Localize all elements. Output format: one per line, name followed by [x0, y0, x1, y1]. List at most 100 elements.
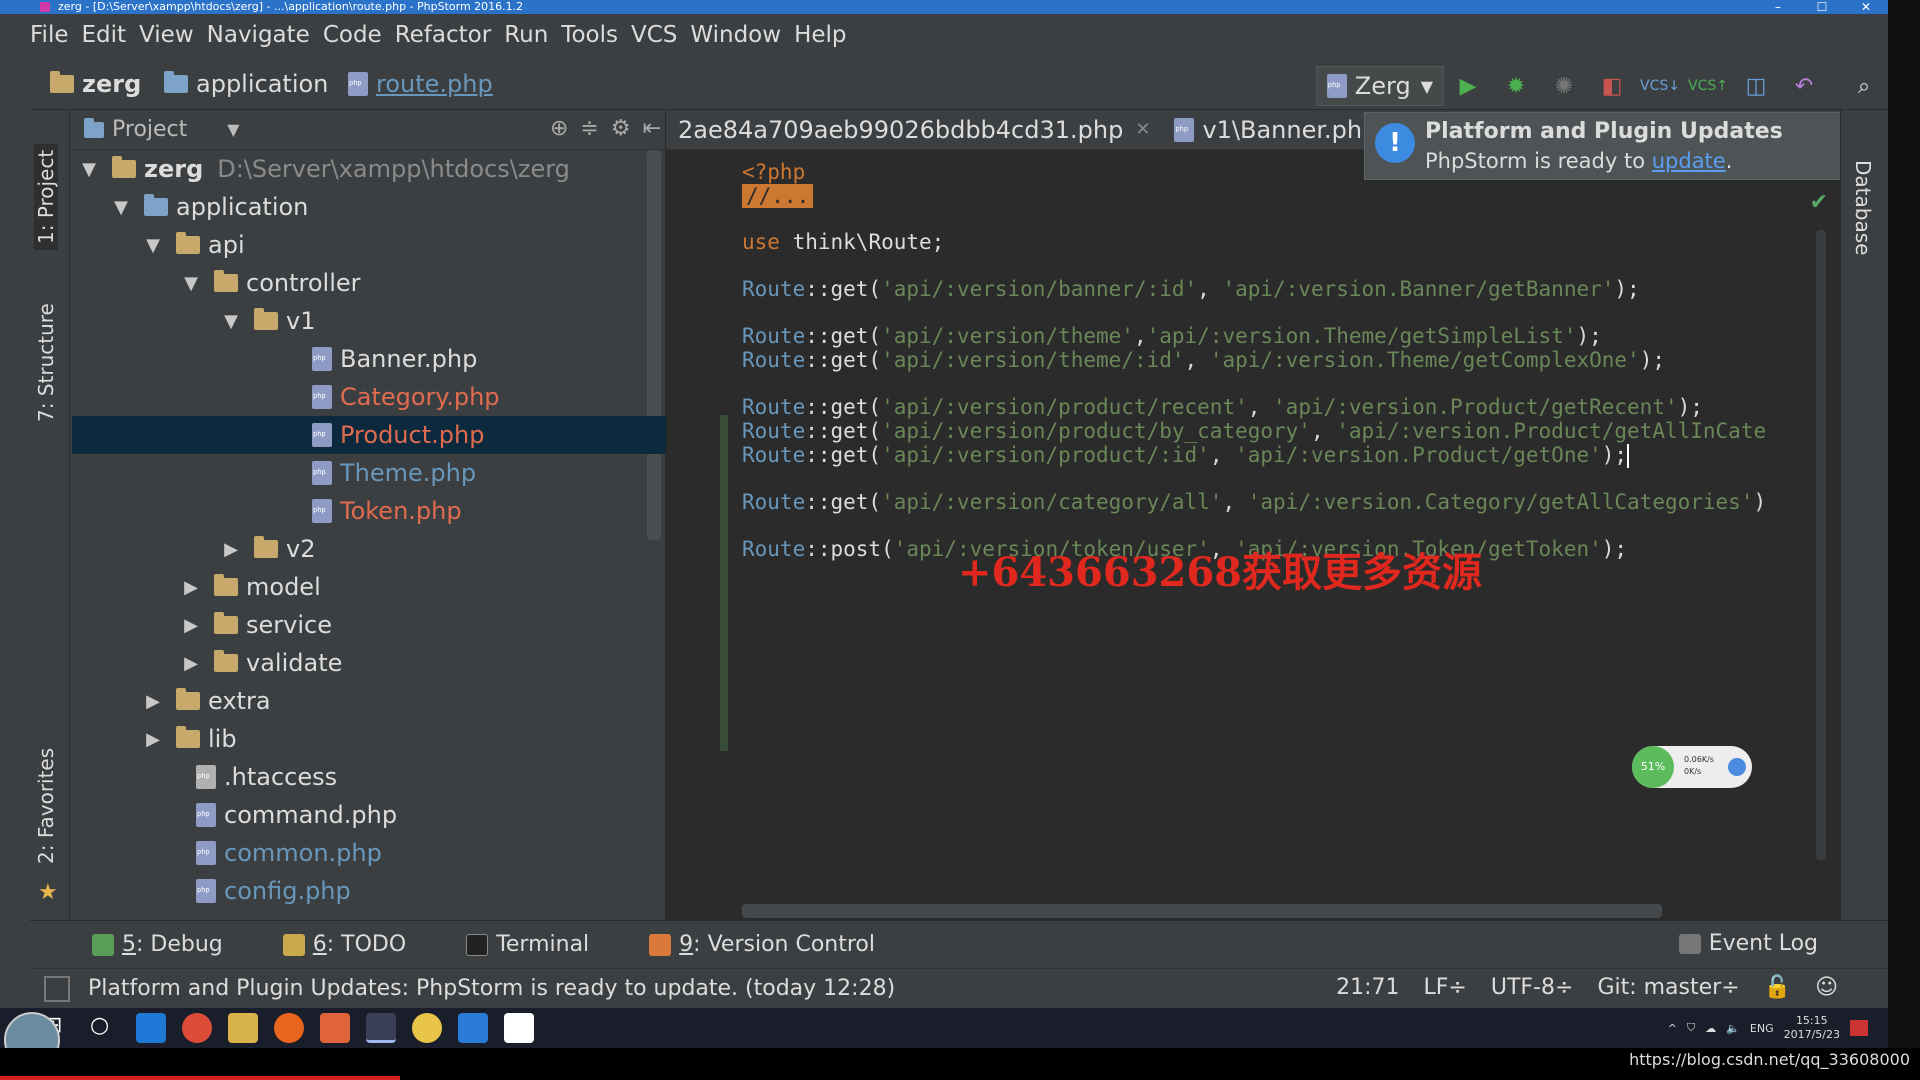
- menu-file[interactable]: File: [30, 22, 69, 56]
- chevron-down-icon[interactable]: ▼: [227, 120, 239, 139]
- inspector-icon[interactable]: ☺: [1815, 975, 1838, 1000]
- tab-project[interactable]: 1: Project: [34, 143, 58, 250]
- shield-icon[interactable]: ⛉: [1687, 1021, 1695, 1035]
- widget-settings-icon[interactable]: [1728, 758, 1746, 776]
- menu-tools[interactable]: Tools: [561, 22, 618, 56]
- tree-item-v1[interactable]: ▼ v1: [72, 302, 666, 340]
- vscode-icon[interactable]: [458, 1013, 488, 1043]
- tree-item-extra[interactable]: ▶ extra: [72, 682, 666, 720]
- git-branch[interactable]: Git: master÷: [1597, 975, 1739, 1000]
- tree-item-common-php[interactable]: common.php: [72, 834, 666, 872]
- minimize-button[interactable]: –: [1756, 0, 1800, 14]
- tool-terminal[interactable]: Terminal: [466, 932, 589, 957]
- menu-help[interactable]: Help: [794, 22, 846, 56]
- tree-item-validate[interactable]: ▶ validate: [72, 644, 666, 682]
- collapsed-arrow-icon[interactable]: ▶: [178, 653, 204, 674]
- update-link[interactable]: update: [1652, 149, 1726, 173]
- tab-structure[interactable]: 7: Structure: [34, 303, 58, 422]
- xmind-icon[interactable]: [274, 1013, 304, 1043]
- expanded-arrow-icon[interactable]: ▼: [140, 235, 166, 256]
- expanded-arrow-icon[interactable]: ▼: [178, 273, 204, 294]
- close-tab-icon[interactable]: ✕: [1135, 119, 1150, 140]
- tree-item-config-php[interactable]: config.php: [72, 872, 666, 910]
- hide-icon[interactable]: ⇤: [643, 116, 661, 141]
- file-encoding[interactable]: UTF-8÷: [1491, 975, 1574, 1000]
- tree-item-lib[interactable]: ▶ lib: [72, 720, 666, 758]
- editor-horizontal-scrollbar[interactable]: [742, 904, 1662, 918]
- editor-vertical-scrollbar[interactable]: [1816, 230, 1826, 860]
- app-taskbar-icon[interactable]: [412, 1013, 442, 1043]
- menu-window[interactable]: Window: [690, 22, 781, 56]
- lock-icon[interactable]: 🔓: [1764, 975, 1791, 1000]
- code-area[interactable]: <?php //... use think\Route; Route::get(…: [742, 158, 1766, 590]
- volume-icon[interactable]: 🔈: [1726, 1022, 1740, 1035]
- phpstorm-taskbar-icon[interactable]: [366, 1013, 396, 1043]
- breadcrumb-file[interactable]: route.php: [348, 70, 493, 98]
- tool-debug[interactable]: 5: Debug: [92, 932, 223, 957]
- vcs-commit-icon[interactable]: VCS↑: [1688, 68, 1728, 104]
- tree-item-token-php[interactable]: Token.php: [72, 492, 666, 530]
- tray-chevron-icon[interactable]: ^: [1668, 1022, 1677, 1035]
- tool-event-log[interactable]: Event Log: [1678, 931, 1818, 956]
- tree-item-service[interactable]: ▶ service: [72, 606, 666, 644]
- tool-todo[interactable]: 6: TODO: [282, 932, 406, 957]
- menu-run[interactable]: Run: [504, 22, 548, 56]
- xampp-icon[interactable]: [320, 1013, 350, 1043]
- network-speed-widget[interactable]: 51% 0.06K/s 0K/s: [1632, 746, 1752, 788]
- cortana-icon[interactable]: ○: [90, 1013, 120, 1043]
- expanded-arrow-icon[interactable]: ▼: [76, 159, 102, 180]
- menu-refactor[interactable]: Refactor: [395, 22, 491, 56]
- gear-icon[interactable]: ⚙: [611, 116, 631, 141]
- menu-navigate[interactable]: Navigate: [207, 22, 310, 56]
- history-icon[interactable]: ◫: [1738, 68, 1774, 104]
- tree-item-controller[interactable]: ▼ controller: [72, 264, 666, 302]
- file-explorer-icon[interactable]: [228, 1013, 258, 1043]
- toggle-tool-windows-icon[interactable]: [44, 975, 70, 1002]
- chrome-icon[interactable]: [182, 1013, 212, 1043]
- edge-browser-icon[interactable]: [136, 1013, 166, 1043]
- network-icon[interactable]: ☁: [1705, 1022, 1716, 1035]
- menu-vcs[interactable]: VCS: [631, 22, 677, 56]
- line-separator[interactable]: LF÷: [1424, 975, 1467, 1000]
- tree-item-htaccess[interactable]: .htaccess: [72, 758, 666, 796]
- stop-icon[interactable]: ◧: [1594, 68, 1630, 104]
- tab-favorites[interactable]: 2: Favorites: [34, 748, 58, 864]
- status-message[interactable]: Platform and Plugin Updates: PhpStorm is…: [88, 976, 895, 1001]
- collapsed-arrow-icon[interactable]: ▶: [178, 615, 204, 636]
- expanded-arrow-icon[interactable]: ▼: [108, 197, 134, 218]
- menu-edit[interactable]: Edit: [82, 22, 127, 56]
- project-view-select[interactable]: Project: [112, 117, 187, 142]
- video-progress-bar[interactable]: [0, 1076, 400, 1080]
- debug-icon[interactable]: ✹: [1498, 68, 1534, 104]
- collapsed-arrow-icon[interactable]: ▶: [218, 539, 244, 560]
- maximize-button[interactable]: ☐: [1800, 0, 1844, 14]
- notification-center-icon[interactable]: [1850, 1020, 1868, 1036]
- menu-code[interactable]: Code: [323, 22, 382, 56]
- tree-item-v2[interactable]: ▶ v2: [72, 530, 666, 568]
- run-configuration-select[interactable]: Zerg ▼: [1315, 66, 1444, 106]
- revert-icon[interactable]: ↶: [1786, 68, 1822, 104]
- collapsed-arrow-icon[interactable]: ▶: [178, 577, 204, 598]
- expanded-arrow-icon[interactable]: ▼: [218, 311, 244, 332]
- tree-item-banner-php[interactable]: Banner.php: [72, 340, 666, 378]
- search-icon[interactable]: ⌕: [1846, 68, 1882, 104]
- menu-view[interactable]: View: [139, 22, 194, 56]
- vcs-update-icon[interactable]: VCS↓: [1640, 68, 1680, 104]
- collapsed-arrow-icon[interactable]: ▶: [140, 729, 166, 750]
- tree-item-application[interactable]: ▼ application: [72, 188, 666, 226]
- tab-cached-php[interactable]: 2ae84a709aeb99026bdbb4cd31.php ✕: [666, 110, 1162, 150]
- run-icon[interactable]: ▶: [1450, 68, 1486, 104]
- collapse-icon[interactable]: ≑: [580, 116, 598, 141]
- language-indicator[interactable]: ENG: [1750, 1022, 1774, 1035]
- locate-icon[interactable]: ⊕: [550, 116, 568, 141]
- tree-item-command-php[interactable]: command.php: [72, 796, 666, 834]
- tree-item-category-php[interactable]: Category.php: [72, 378, 666, 416]
- tree-item-api[interactable]: ▼ api: [72, 226, 666, 264]
- close-button[interactable]: ✕: [1844, 0, 1888, 14]
- coverage-icon[interactable]: ✺: [1546, 68, 1582, 104]
- clock[interactable]: 15:15 2017/5/23: [1784, 1014, 1840, 1042]
- tab-database[interactable]: Database: [1851, 160, 1875, 255]
- breadcrumb-project[interactable]: zerg: [50, 70, 141, 98]
- breadcrumb-folder[interactable]: application: [164, 70, 328, 98]
- tree-item-model[interactable]: ▶ model: [72, 568, 666, 606]
